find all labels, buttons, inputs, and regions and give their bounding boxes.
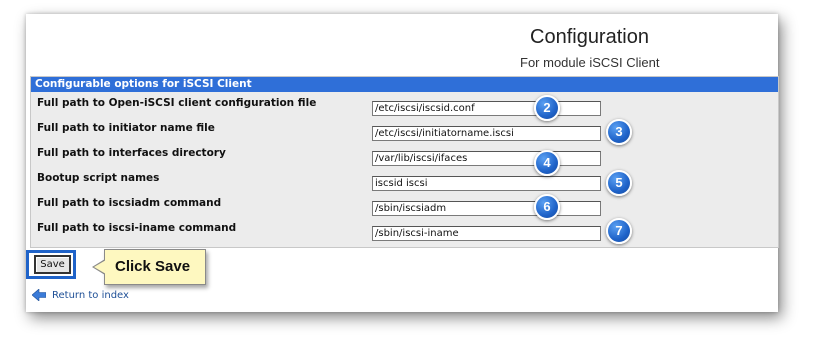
callout-pointer-fill: [94, 260, 106, 274]
config-row-iscsiadm-command: Full path to iscsiadm command: [31, 196, 778, 221]
config-row-bootup-script-names: Bootup script names: [31, 171, 778, 196]
return-to-index-link[interactable]: Return to index: [32, 288, 129, 302]
row-label: Full path to initiator name file: [37, 122, 215, 134]
row-label: Full path to iscsiadm command: [37, 197, 222, 209]
save-button[interactable]: Save: [34, 255, 71, 274]
row-label: Bootup script names: [37, 172, 160, 184]
bootup-script-names-input[interactable]: [372, 176, 601, 191]
config-row-client-config-file: Full path to Open-iSCSI client configura…: [31, 96, 778, 121]
webmin-config-window: Configuration For module iSCSI Client Co…: [26, 14, 779, 312]
step-number-badge: 7: [606, 218, 632, 244]
panel-header: Configurable options for iSCSI Client: [31, 77, 778, 92]
initiator-name-file-input[interactable]: [372, 126, 601, 141]
row-label: Full path to iscsi-iname command: [37, 222, 237, 234]
iscsi-iname-command-input[interactable]: [372, 226, 601, 241]
step-number-badge: 5: [606, 170, 632, 196]
return-link-label: Return to index: [52, 289, 129, 301]
back-arrow-icon: [32, 289, 46, 301]
interfaces-directory-input[interactable]: [372, 151, 601, 166]
page-subtitle: For module iSCSI Client: [520, 55, 660, 70]
row-label: Full path to interfaces directory: [37, 147, 226, 159]
page-title: Configuration: [530, 26, 649, 48]
click-save-callout: Click Save: [104, 249, 206, 285]
config-row-iscsi-iname-command: Full path to iscsi-iname command: [31, 221, 778, 246]
step-number-badge: 4: [534, 150, 560, 176]
config-row-interfaces-directory: Full path to interfaces directory: [31, 146, 778, 171]
step-number-badge: 6: [534, 194, 560, 220]
config-row-initiator-name-file: Full path to initiator name file: [31, 121, 778, 146]
config-panel: Configurable options for iSCSI Client Fu…: [30, 76, 779, 248]
client-config-file-input[interactable]: [372, 101, 601, 116]
iscsiadm-command-input[interactable]: [372, 201, 601, 216]
step-number-badge: 2: [534, 95, 560, 121]
row-label: Full path to Open-iSCSI client configura…: [37, 97, 317, 109]
step-number-badge: 3: [606, 119, 632, 145]
